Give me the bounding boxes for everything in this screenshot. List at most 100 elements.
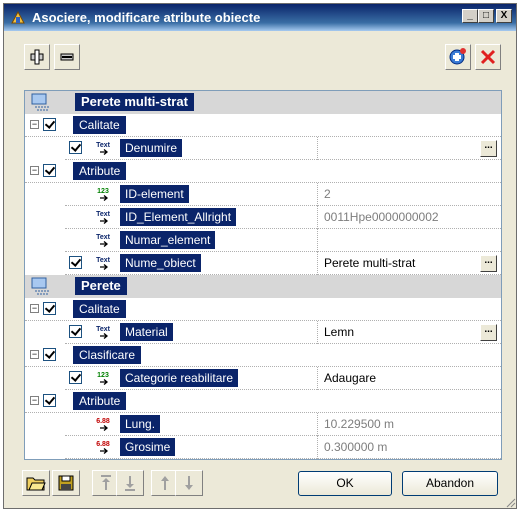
move-up-icon: [161, 476, 169, 490]
collapse-toggle[interactable]: −: [30, 350, 39, 359]
attribute-label: Material: [120, 323, 173, 341]
real-type-icon: 6.88: [96, 441, 110, 454]
attribute-label: Denumire: [120, 139, 183, 157]
row-divider: [65, 458, 501, 459]
open-folder-icon: [26, 477, 46, 491]
move-bottom-icon: [125, 476, 135, 491]
svg-text:123: 123: [97, 188, 109, 195]
attribute-row: Text Material Lemn...: [25, 321, 501, 344]
cancel-button[interactable]: Abandon: [402, 471, 498, 496]
remove-object-button[interactable]: [54, 44, 80, 70]
group-row: − Calitate: [25, 114, 501, 137]
attribute-value: 0011Hpe0000000002: [324, 210, 439, 224]
group-label: Atribute: [73, 162, 127, 180]
attribute-label: ID-element: [120, 185, 189, 203]
group-label: Clasificare: [73, 346, 142, 364]
attribute-value: 2: [324, 187, 331, 201]
save-button[interactable]: [52, 470, 80, 496]
section-title: Perete multi-strat: [75, 93, 194, 111]
text-type-icon: Text: [96, 234, 111, 247]
delete-attribute-button[interactable]: [475, 44, 501, 70]
int-type-icon: 123: [97, 372, 109, 385]
attribute-tree[interactable]: Perete multi-strat − Calitate Text Denumire.…: [24, 90, 502, 460]
group-label: Atribute: [73, 392, 127, 410]
move-down-icon: [185, 476, 193, 490]
int-type-icon: 123: [97, 188, 109, 201]
add-attribute-icon: [449, 48, 466, 65]
attribute-row: 6.88 Grosime 0.300000 m: [25, 436, 501, 459]
attribute-label: Numar_element: [120, 231, 216, 249]
open-folder-button[interactable]: [22, 470, 50, 496]
app-icon: [11, 10, 25, 24]
move-bottom-button[interactable]: [116, 470, 144, 496]
text-type-icon: Text: [96, 142, 111, 155]
group-checkbox[interactable]: [43, 394, 56, 407]
group-row: − Atribute: [25, 160, 501, 183]
attribute-value-cell[interactable]: Adaugare: [317, 367, 501, 390]
attribute-value-cell[interactable]: 10.229500 m: [317, 413, 501, 436]
attribute-value-cell[interactable]: Perete multi-strat...: [317, 252, 501, 275]
object-icon: [31, 277, 49, 295]
object-icon: [31, 93, 49, 111]
attribute-value-cell[interactable]: 2: [317, 183, 501, 206]
minimize-button[interactable]: _: [462, 9, 478, 23]
attribute-value: 0.300000 m: [324, 440, 388, 454]
attribute-value: Perete multi-strat: [324, 256, 416, 270]
browse-button[interactable]: ...: [480, 140, 497, 157]
attribute-row: Text Nume_obiect Perete multi-strat...: [25, 252, 501, 275]
attribute-row: 123 Categorie reabilitare Adaugare: [25, 367, 501, 390]
add-object-button[interactable]: [24, 44, 50, 70]
window-title: Asociere, modificare atribute obiecte: [32, 10, 261, 25]
attribute-label: ID_Element_Allright: [120, 208, 237, 226]
move-down-button[interactable]: [175, 470, 203, 496]
attribute-checkbox[interactable]: [69, 371, 82, 384]
attribute-value-cell[interactable]: [317, 229, 501, 252]
collapse-toggle[interactable]: −: [30, 396, 39, 405]
resize-grip-icon[interactable]: [504, 496, 516, 508]
section-header: Perete: [25, 275, 501, 298]
attribute-value: Adaugare: [324, 371, 377, 385]
attribute-value-cell[interactable]: ...: [317, 137, 501, 160]
browse-button[interactable]: ...: [480, 255, 497, 272]
section-title: Perete: [75, 277, 127, 295]
attribute-label: Categorie reabilitare: [120, 369, 239, 387]
group-row: − Atribute: [25, 390, 501, 413]
attribute-value-cell[interactable]: Lemn...: [317, 321, 501, 344]
group-row: − Clasificare: [25, 344, 501, 367]
svg-text:6.88: 6.88: [96, 441, 110, 448]
attribute-value-cell[interactable]: 0011Hpe0000000002: [317, 206, 501, 229]
text-type-icon: Text: [96, 326, 111, 339]
svg-text:Text: Text: [96, 326, 111, 333]
close-button[interactable]: X: [496, 9, 512, 23]
ok-button[interactable]: OK: [298, 471, 392, 496]
group-checkbox[interactable]: [43, 348, 56, 361]
attribute-label: Lung.: [120, 415, 161, 433]
maximize-button[interactable]: □: [478, 9, 494, 23]
attribute-checkbox[interactable]: [69, 141, 82, 154]
browse-button[interactable]: ...: [480, 324, 497, 341]
add-attribute-button[interactable]: [445, 44, 471, 70]
svg-text:123: 123: [97, 372, 109, 379]
svg-text:Text: Text: [96, 211, 111, 218]
group-checkbox[interactable]: [43, 164, 56, 177]
attribute-checkbox[interactable]: [69, 256, 82, 269]
title-bar[interactable]: Asociere, modificare atribute obiecte _ …: [4, 4, 516, 31]
group-checkbox[interactable]: [43, 118, 56, 131]
attribute-checkbox[interactable]: [69, 325, 82, 338]
attribute-value-cell[interactable]: 0.300000 m: [317, 436, 501, 459]
attribute-row: Text Numar_element: [25, 229, 501, 252]
collapse-toggle[interactable]: −: [30, 304, 39, 313]
real-type-icon: 6.88: [96, 418, 110, 431]
attribute-row: 6.88 Lung. 10.229500 m: [25, 413, 501, 436]
svg-text:Text: Text: [96, 142, 111, 149]
collapse-toggle[interactable]: −: [30, 120, 39, 129]
attribute-label: Grosime: [120, 438, 176, 456]
collapse-toggle[interactable]: −: [30, 166, 39, 175]
delete-attribute-icon: [480, 49, 496, 65]
attribute-value: Lemn: [324, 325, 355, 339]
text-type-icon: Text: [96, 211, 111, 224]
group-checkbox[interactable]: [43, 302, 56, 315]
group-label: Calitate: [73, 116, 126, 134]
attribute-row: Text Denumire...: [25, 137, 501, 160]
svg-text:6.88: 6.88: [96, 418, 110, 425]
